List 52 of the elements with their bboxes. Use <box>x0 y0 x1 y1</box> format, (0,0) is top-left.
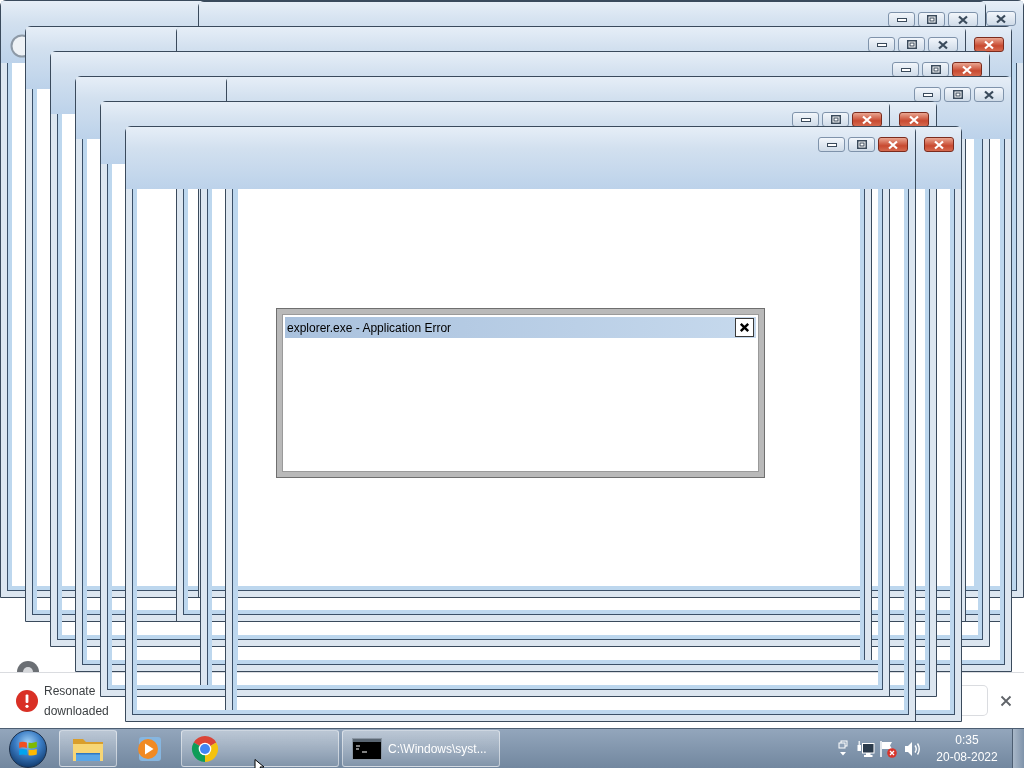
taskbar-button[interactable]: C:\Windows\syst... <box>342 730 500 767</box>
maximize-button[interactable] <box>848 137 875 152</box>
notification-text: downloaded <box>44 702 109 720</box>
close-button[interactable] <box>1000 694 1012 707</box>
maximize-icon <box>952 90 963 99</box>
minimize-icon <box>876 42 887 47</box>
close-icon <box>937 39 949 50</box>
close-button[interactable] <box>986 11 1016 26</box>
flag-icon[interactable] <box>879 739 897 758</box>
maximize-icon <box>926 15 937 24</box>
minimize-icon <box>826 142 837 147</box>
close-button[interactable] <box>924 137 954 152</box>
close-icon <box>933 139 945 150</box>
close-icon <box>887 139 899 150</box>
terminal-icon <box>352 737 382 760</box>
taskbar-button[interactable] <box>181 730 339 767</box>
close-button[interactable] <box>878 137 908 152</box>
start-button[interactable] <box>9 729 47 768</box>
close-icon <box>961 64 973 75</box>
minimize-icon <box>900 67 911 72</box>
close-icon <box>739 322 750 333</box>
close-icon <box>1000 694 1012 707</box>
close-icon <box>983 39 995 50</box>
dialog-title: explorer.exe - Application Error <box>287 320 452 335</box>
minimize-button[interactable] <box>914 87 941 102</box>
maximize-icon <box>856 140 867 149</box>
minimize-icon <box>896 17 907 22</box>
maximize-icon <box>930 65 941 74</box>
close-icon <box>908 114 920 125</box>
close-icon <box>995 13 1007 24</box>
tray-overflow-icon[interactable] <box>838 739 848 758</box>
minimize-icon <box>800 117 811 122</box>
maximize-button[interactable] <box>944 87 971 102</box>
close-button[interactable] <box>974 37 1004 52</box>
play-icon <box>135 734 163 763</box>
minimize-button[interactable] <box>818 137 845 152</box>
round-logo-icon <box>191 734 219 763</box>
close-icon <box>983 89 995 100</box>
close-button[interactable] <box>735 318 754 337</box>
close-button[interactable] <box>974 87 1004 102</box>
clock-time: 0:35 <box>955 731 979 749</box>
minimize-icon <box>922 92 933 97</box>
show-desktop-button[interactable] <box>1012 729 1024 768</box>
network-icon[interactable] <box>857 739 875 758</box>
maximize-icon <box>906 40 917 49</box>
maximize-icon <box>830 115 841 124</box>
cursor-icon <box>254 759 265 768</box>
notification-text: Resonate <box>44 682 96 700</box>
close-icon <box>957 14 969 25</box>
clock-date: 20-08-2022 <box>936 748 998 766</box>
error-icon <box>16 689 38 712</box>
close-icon <box>861 114 873 125</box>
